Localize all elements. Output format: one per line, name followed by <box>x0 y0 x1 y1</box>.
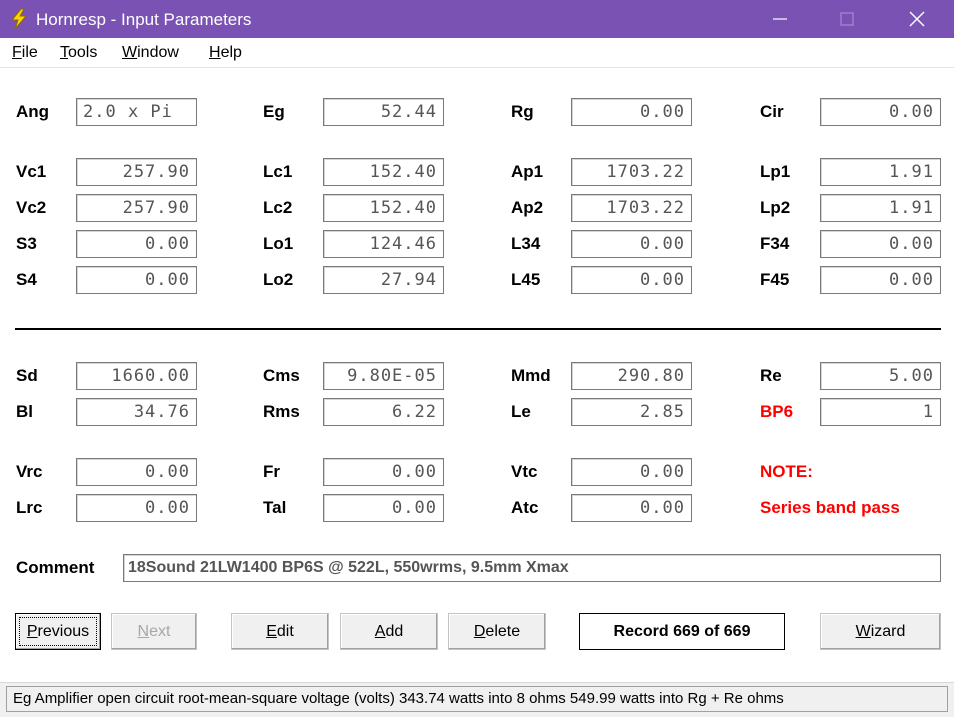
field-ap2[interactable]: 1703.22 <box>571 194 692 222</box>
record-indicator: Record 669 of 669 <box>579 613 785 650</box>
field-bl[interactable]: 34.76 <box>76 398 197 426</box>
label-eg: Eg <box>263 102 285 121</box>
label-l45: L45 <box>511 270 541 289</box>
field-lp1[interactable]: 1.91 <box>820 158 941 186</box>
label-rms: Rms <box>263 402 300 421</box>
comment-field[interactable]: 18Sound 21LW1400 BP6S @ 522L, 550wrms, 9… <box>123 554 941 582</box>
field-eg[interactable]: 52.44 <box>323 98 444 126</box>
field-ang[interactable]: 2.0 x Pi <box>76 98 197 126</box>
label-ap1: Ap1 <box>511 162 544 181</box>
label-lc1: Lc1 <box>263 162 293 181</box>
field-sd[interactable]: 1660.00 <box>76 362 197 390</box>
field-lrc[interactable]: 0.00 <box>76 494 197 522</box>
field-l34[interactable]: 0.00 <box>571 230 692 258</box>
field-mmd[interactable]: 290.80 <box>571 362 692 390</box>
label-bp6: BP6 <box>760 402 794 421</box>
field-vc2[interactable]: 257.90 <box>76 194 197 222</box>
label-s3: S3 <box>16 234 37 253</box>
next-button: Next <box>111 613 197 650</box>
label-atc: Atc <box>511 498 539 517</box>
comment-label: Comment <box>16 558 95 577</box>
minimize-icon <box>773 18 787 20</box>
field-vc1[interactable]: 257.90 <box>76 158 197 186</box>
label-cir: Cir <box>760 102 784 121</box>
section-divider <box>15 328 941 330</box>
close-button[interactable] <box>882 0 952 38</box>
field-lo1[interactable]: 124.46 <box>323 230 444 258</box>
label-lp1: Lp1 <box>760 162 791 181</box>
status-text: Eg Amplifier open circuit root-mean-squa… <box>6 686 948 712</box>
menu-file[interactable]: File <box>12 44 38 62</box>
label-vc2: Vc2 <box>16 198 47 217</box>
add-button[interactable]: Add <box>340 613 438 650</box>
field-f34[interactable]: 0.00 <box>820 230 941 258</box>
close-icon <box>909 11 925 27</box>
label-bl: Bl <box>16 402 33 421</box>
field-fr[interactable]: 0.00 <box>323 458 444 486</box>
label-ap2: Ap2 <box>511 198 544 217</box>
field-cir[interactable]: 0.00 <box>820 98 941 126</box>
menu-tools[interactable]: Tools <box>60 44 97 62</box>
field-rg[interactable]: 0.00 <box>571 98 692 126</box>
field-re[interactable]: 5.00 <box>820 362 941 390</box>
label-lrc: Lrc <box>16 498 43 517</box>
label-lo1: Lo1 <box>263 234 294 253</box>
field-cms[interactable]: 9.80E-05 <box>323 362 444 390</box>
field-lo2[interactable]: 27.94 <box>323 266 444 294</box>
input-parameters-form: Ang 2.0 x Pi Eg 52.44 Rg 0.00 Cir 0.00 V… <box>0 68 954 682</box>
field-s3[interactable]: 0.00 <box>76 230 197 258</box>
label-l34: L34 <box>511 234 541 253</box>
lightning-bolt-icon <box>8 8 30 30</box>
title-bar[interactable]: Hornresp - Input Parameters <box>0 0 954 38</box>
field-bp6[interactable]: 1 <box>820 398 941 426</box>
field-s4[interactable]: 0.00 <box>76 266 197 294</box>
label-sd: Sd <box>16 366 38 385</box>
field-lc1[interactable]: 152.40 <box>323 158 444 186</box>
label-ang: Ang <box>16 102 50 121</box>
field-lp2[interactable]: 1.91 <box>820 194 941 222</box>
label-lo2: Lo2 <box>263 270 294 289</box>
edit-button[interactable]: Edit <box>231 613 329 650</box>
field-lc2[interactable]: 152.40 <box>323 194 444 222</box>
label-rg: Rg <box>511 102 534 121</box>
label-re: Re <box>760 366 782 385</box>
label-s4: S4 <box>16 270 37 289</box>
maximize-icon <box>840 12 854 26</box>
minimize-button[interactable] <box>745 0 815 38</box>
label-vrc: Vrc <box>16 462 43 481</box>
label-vc1: Vc1 <box>16 162 47 181</box>
field-vrc[interactable]: 0.00 <box>76 458 197 486</box>
label-mmd: Mmd <box>511 366 551 385</box>
label-tal: Tal <box>263 498 287 517</box>
field-l45[interactable]: 0.00 <box>571 266 692 294</box>
field-le[interactable]: 2.85 <box>571 398 692 426</box>
maximize-button <box>812 0 882 38</box>
label-cms: Cms <box>263 366 300 385</box>
field-tal[interactable]: 0.00 <box>323 494 444 522</box>
delete-button[interactable]: Delete <box>448 613 546 650</box>
label-vtc: Vtc <box>511 462 538 481</box>
field-rms[interactable]: 6.22 <box>323 398 444 426</box>
label-f34: F34 <box>760 234 790 253</box>
label-lp2: Lp2 <box>760 198 791 217</box>
label-f45: F45 <box>760 270 790 289</box>
field-atc[interactable]: 0.00 <box>571 494 692 522</box>
menu-window[interactable]: Window <box>122 44 179 62</box>
previous-button[interactable]: Previous <box>15 613 101 650</box>
wizard-button[interactable]: Wizard <box>820 613 941 650</box>
field-vtc[interactable]: 0.00 <box>571 458 692 486</box>
label-le: Le <box>511 402 531 421</box>
label-fr: Fr <box>263 462 280 481</box>
note-text: Series band pass <box>760 498 900 517</box>
window-title: Hornresp - Input Parameters <box>36 10 252 29</box>
note-label: NOTE: <box>760 462 813 481</box>
field-f45[interactable]: 0.00 <box>820 266 941 294</box>
status-bar: Eg Amplifier open circuit root-mean-squa… <box>0 682 954 717</box>
field-ap1[interactable]: 1703.22 <box>571 158 692 186</box>
menu-bar: File Tools Window Help <box>0 38 954 68</box>
menu-help[interactable]: Help <box>209 44 242 62</box>
label-lc2: Lc2 <box>263 198 293 217</box>
